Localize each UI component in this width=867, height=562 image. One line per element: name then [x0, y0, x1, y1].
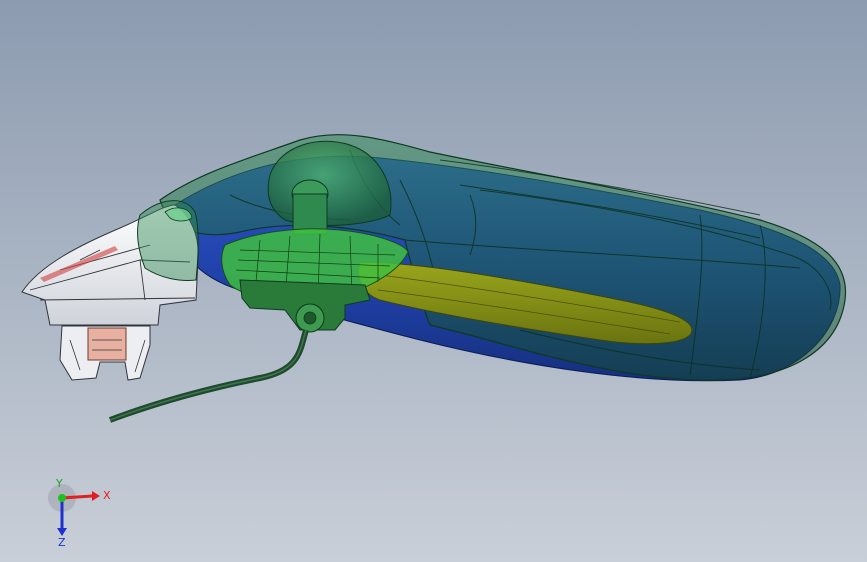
x-axis-head [92, 491, 100, 501]
knob-stem [292, 193, 328, 235]
mount-boss-inner [303, 311, 317, 325]
3d-viewport[interactable]: X Y Z [0, 0, 867, 562]
door-handle-model[interactable] [0, 0, 867, 562]
z-axis-head [57, 528, 67, 536]
y-axis-label: Y [55, 478, 63, 490]
connector-pink-block [87, 327, 127, 361]
x-axis-arrow [61, 494, 93, 500]
x-axis-label: X [103, 489, 111, 502]
z-axis-label: Z [58, 536, 66, 548]
orientation-triad: X Y Z [48, 478, 111, 548]
y-axis-dot [58, 494, 66, 502]
